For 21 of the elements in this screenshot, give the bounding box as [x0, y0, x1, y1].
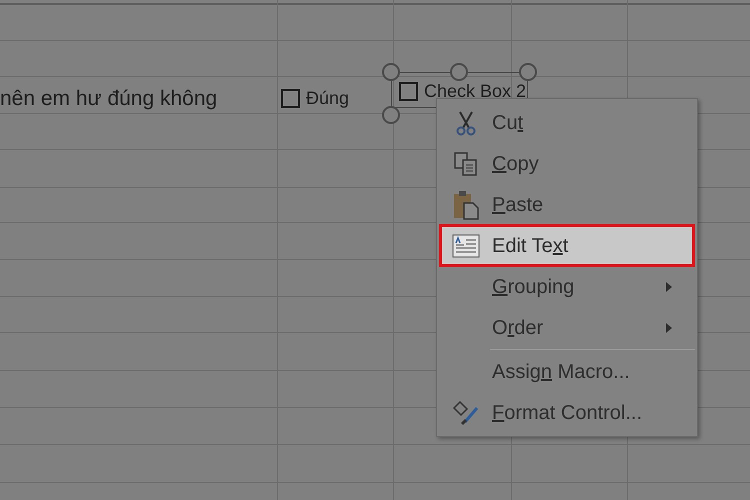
menu-item[interactable]: Order: [439, 306, 695, 349]
checkbox-label: Đúng: [306, 87, 350, 110]
clipboard-icon: [452, 190, 480, 220]
menu-item[interactable]: Copy: [439, 142, 695, 185]
scissors-icon: [454, 110, 478, 136]
resize-handle[interactable]: [382, 63, 400, 81]
checkbox[interactable]: [399, 82, 418, 101]
menu-item[interactable]: Format Control...: [439, 391, 695, 434]
copy-icon: [453, 150, 479, 176]
menu-item[interactable]: Edit Text: [439, 224, 695, 267]
cell-text: nên em hư đúng không: [0, 86, 218, 112]
resize-handle[interactable]: [450, 63, 468, 81]
checkbox[interactable]: [281, 89, 300, 108]
resize-handle[interactable]: [382, 106, 400, 124]
text-box-icon: [452, 234, 480, 258]
checkbox-label: Check Box 2: [424, 80, 526, 103]
resize-handle[interactable]: [519, 63, 537, 81]
menu-item[interactable]: Assign Macro...: [439, 350, 695, 393]
menu-item[interactable]: Cut: [439, 101, 695, 144]
paint-brush-icon: [451, 400, 481, 426]
menu-item[interactable]: Grouping: [439, 265, 695, 308]
